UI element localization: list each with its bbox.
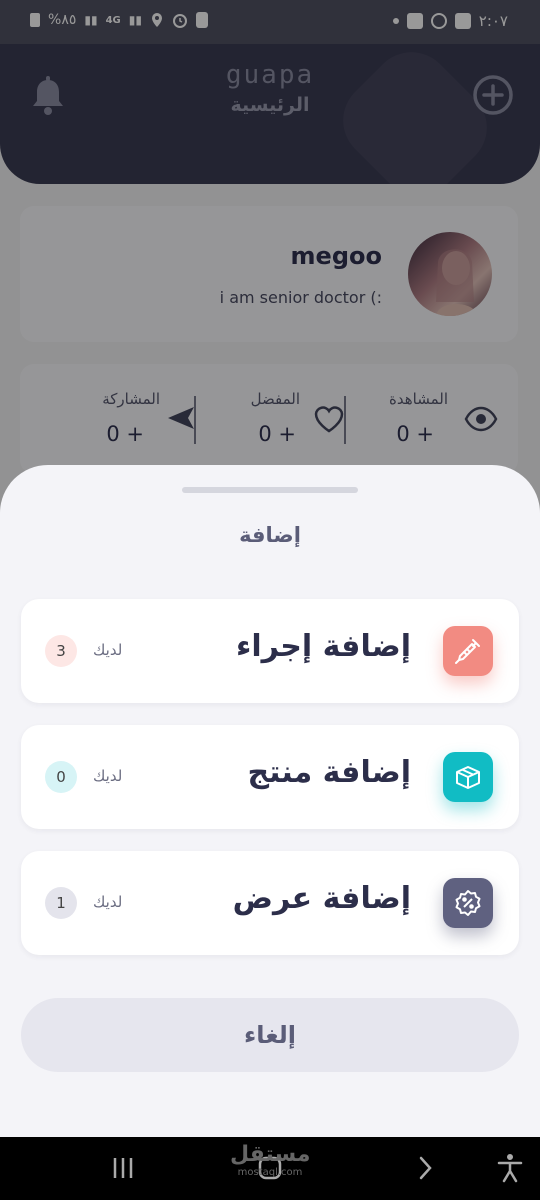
watermark: مستقل mostaql.com [230,1143,310,1179]
add-procedure-label: إضافة إجراء [235,629,411,664]
add-product-option[interactable]: إضافة منتج لديك 0 [21,725,519,829]
add-bottom-sheet: إضافة إضافة إجراء لديك 3 إضافة منتج لديك… [0,465,540,1137]
cancel-button[interactable]: إلغاء [21,998,519,1072]
back-button[interactable] [410,1151,440,1185]
discount-badge-icon-tile [443,878,493,928]
accessibility-button[interactable] [494,1151,526,1185]
system-nav-bar: مستقل mostaql.com [0,1137,540,1200]
syringe-icon-tile [443,626,493,676]
watermark-url: mostaql.com [237,1167,303,1178]
add-offer-option[interactable]: إضافة عرض لديك 1 [21,851,519,955]
add-procedure-option[interactable]: إضافة إجراء لديك 3 [21,599,519,703]
box-icon-tile [443,752,493,802]
accessibility-icon [497,1154,523,1183]
box-icon [456,766,480,789]
recent-apps-button[interactable] [108,1151,138,1185]
have-label: لديك [93,893,123,911]
add-offer-label: إضافة عرض [232,881,411,916]
have-label: لديك [93,641,123,659]
chevron-right-icon [419,1156,432,1180]
offer-count-badge: 1 [45,887,77,919]
discount-badge-icon [455,890,481,916]
add-product-label: إضافة منتج [247,755,411,790]
recent-apps-icon [113,1158,133,1178]
procedure-count-badge: 3 [45,635,77,667]
product-count-badge: 0 [45,761,77,793]
sheet-title: إضافة [239,523,301,547]
watermark-text: مستقل [230,1142,311,1167]
drag-handle[interactable] [182,487,358,493]
syringe-icon [455,639,480,664]
have-label: لديك [93,767,123,785]
